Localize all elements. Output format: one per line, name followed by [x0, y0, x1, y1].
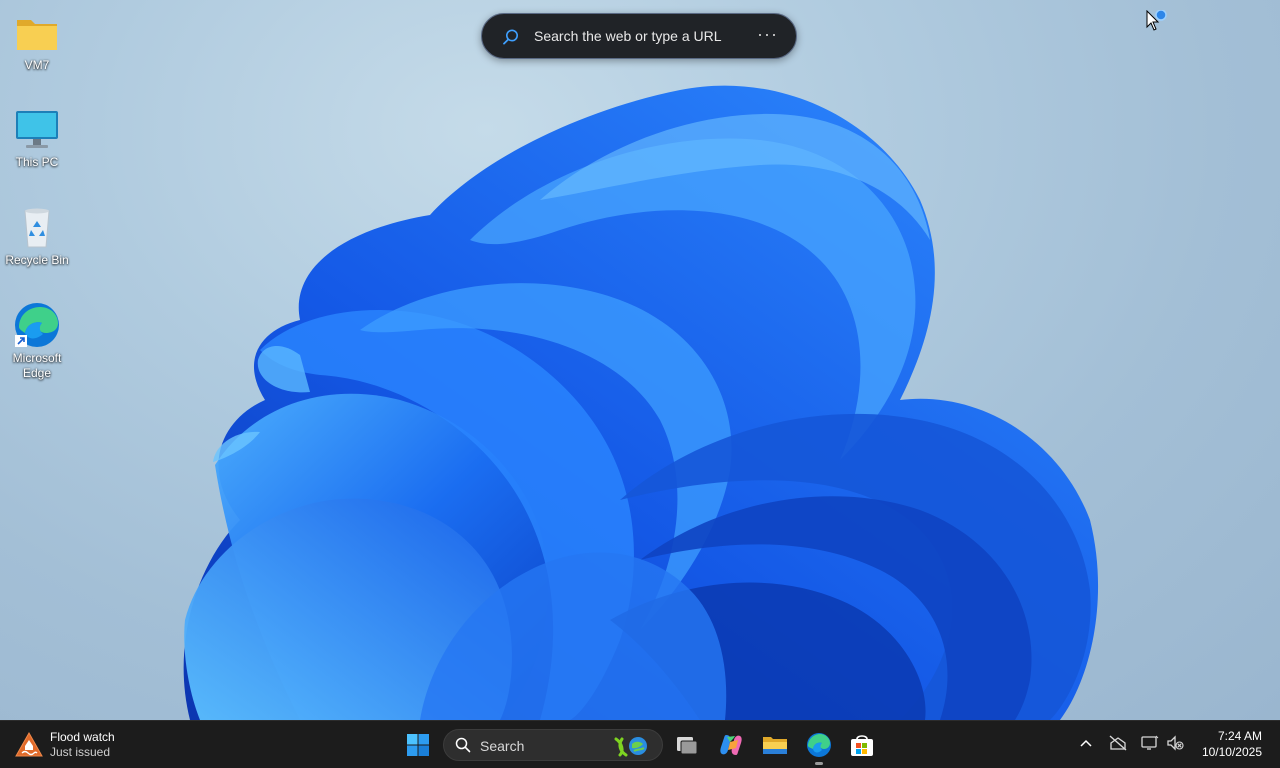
edge-icon	[13, 301, 61, 349]
copilot-button[interactable]	[711, 725, 751, 765]
display-status[interactable]	[1140, 733, 1160, 753]
taskbar: Flood watch Just issued Search 7:24 AM 1…	[0, 720, 1280, 768]
display-icon	[1141, 735, 1159, 750]
task-view-button[interactable]	[667, 725, 707, 765]
store-button[interactable]	[842, 725, 882, 765]
network-off-icon	[1109, 735, 1127, 751]
active-indicator	[815, 762, 823, 765]
cursor-icon	[1146, 10, 1167, 31]
desktop-icon-label: Microsoft Edge	[12, 351, 62, 380]
folder-icon	[763, 737, 787, 754]
desktop-icon-label: VM7	[24, 58, 50, 72]
system-clock[interactable]: 7:24 AM 10/10/2025	[1202, 728, 1262, 760]
desktop-icon-vm7[interactable]: VM7	[2, 8, 72, 73]
search-icon	[503, 29, 518, 45]
task-view-icon	[677, 737, 698, 755]
more-options-icon[interactable]: ···	[757, 24, 778, 45]
start-button[interactable]	[398, 725, 438, 765]
folder-icon	[13, 8, 61, 56]
clock-date: 10/10/2025	[1201, 745, 1262, 759]
desktop: VM7 This PC Recycle Bin Microsoft Edge S…	[0, 0, 1280, 720]
weather-widget[interactable]: Flood watch Just issued	[14, 727, 115, 763]
edge-taskbar-button[interactable]	[799, 725, 839, 765]
desktop-icon-label: Recycle Bin	[5, 253, 69, 267]
volume-status[interactable]	[1165, 733, 1185, 753]
recycle-bin-icon	[13, 203, 61, 251]
desktop-icon-label: This PC	[15, 155, 59, 169]
windows-start-icon	[407, 734, 429, 756]
weather-subtitle: Just issued	[50, 745, 111, 759]
desktop-icon-recycle-bin[interactable]: Recycle Bin	[2, 203, 72, 268]
show-hidden-icons-button[interactable]	[1076, 733, 1096, 753]
copilot-icon	[720, 735, 742, 755]
wallpaper-bloom	[183, 85, 1099, 720]
network-status[interactable]	[1108, 733, 1128, 753]
chevron-up-icon	[1080, 739, 1092, 747]
taskbar-search[interactable]: Search	[443, 729, 663, 761]
file-explorer-button[interactable]	[755, 725, 795, 765]
edge-search-bar[interactable]: Search the web or type a URL ···	[481, 13, 797, 59]
flood-warning-icon	[15, 731, 43, 757]
desktop-icon-edge[interactable]: Microsoft Edge	[2, 301, 72, 381]
search-icon	[455, 737, 471, 753]
edge-icon	[807, 733, 831, 757]
store-icon	[851, 735, 873, 756]
clock-time: 7:24 AM	[1217, 729, 1262, 743]
search-placeholder[interactable]: Search the web or type a URL	[534, 28, 722, 44]
weather-title: Flood watch	[50, 730, 115, 744]
volume-muted-icon	[1167, 735, 1184, 751]
search-label: Search	[480, 738, 525, 754]
monitor-icon	[13, 105, 61, 153]
desktop-icon-this-pc[interactable]: This PC	[2, 105, 72, 170]
search-highlight-icon	[614, 737, 647, 757]
